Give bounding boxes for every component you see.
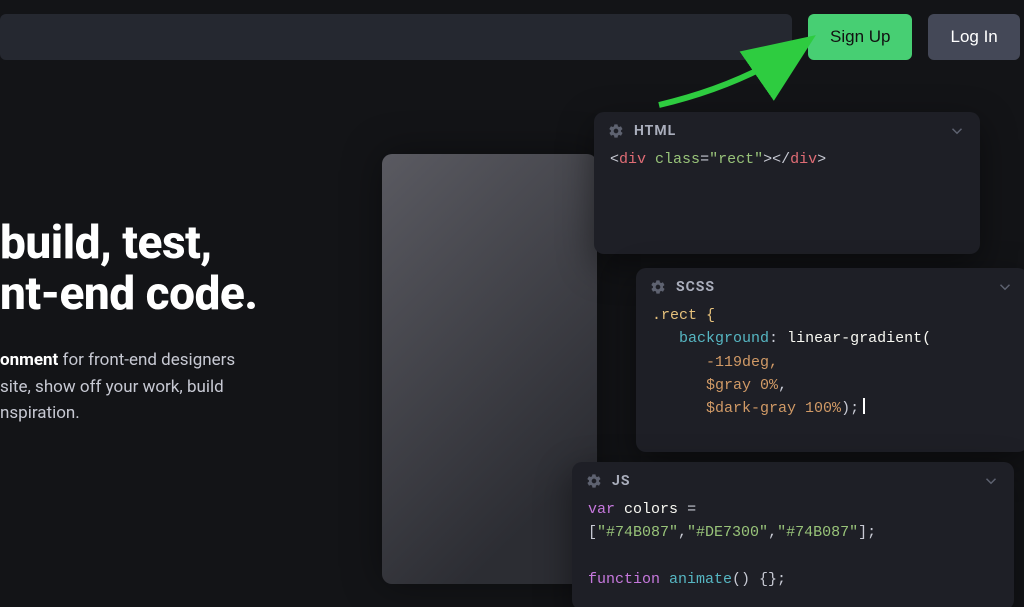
hero-description: onment for front-end designers site, sho… [0, 347, 257, 426]
panel-title: HTML [634, 123, 938, 139]
gear-icon[interactable] [650, 279, 666, 295]
hero-title: build, test, nt-end code. [0, 218, 257, 319]
chevron-down-icon[interactable] [996, 278, 1014, 296]
gear-icon[interactable] [586, 473, 602, 489]
gear-icon[interactable] [608, 123, 624, 139]
text-cursor [863, 398, 865, 414]
panel-scss: SCSS .rect { background: linear-gradient… [636, 268, 1024, 452]
code-block-scss: .rect { background: linear-gradient( -11… [636, 304, 1024, 420]
top-bar: Sign Up Log In [0, 14, 1020, 60]
signup-button[interactable]: Sign Up [808, 14, 912, 60]
code-block-js: var colors = ["#74B087","#DE7300","#74B0… [572, 498, 1014, 591]
chevron-down-icon[interactable] [982, 472, 1000, 490]
panel-title: JS [612, 473, 972, 489]
chevron-down-icon[interactable] [948, 122, 966, 140]
panel-title: SCSS [676, 279, 986, 295]
code-block-html: <div class="rect"></div> [594, 148, 980, 171]
login-button[interactable]: Log In [928, 14, 1019, 60]
search-input[interactable] [0, 14, 792, 60]
preview-backdrop [382, 154, 597, 584]
panel-js: JS var colors = ["#74B087","#DE7300","#7… [572, 462, 1014, 607]
hero-section: build, test, nt-end code. onment for fro… [0, 218, 257, 426]
panel-html: HTML <div class="rect"></div> [594, 112, 980, 254]
